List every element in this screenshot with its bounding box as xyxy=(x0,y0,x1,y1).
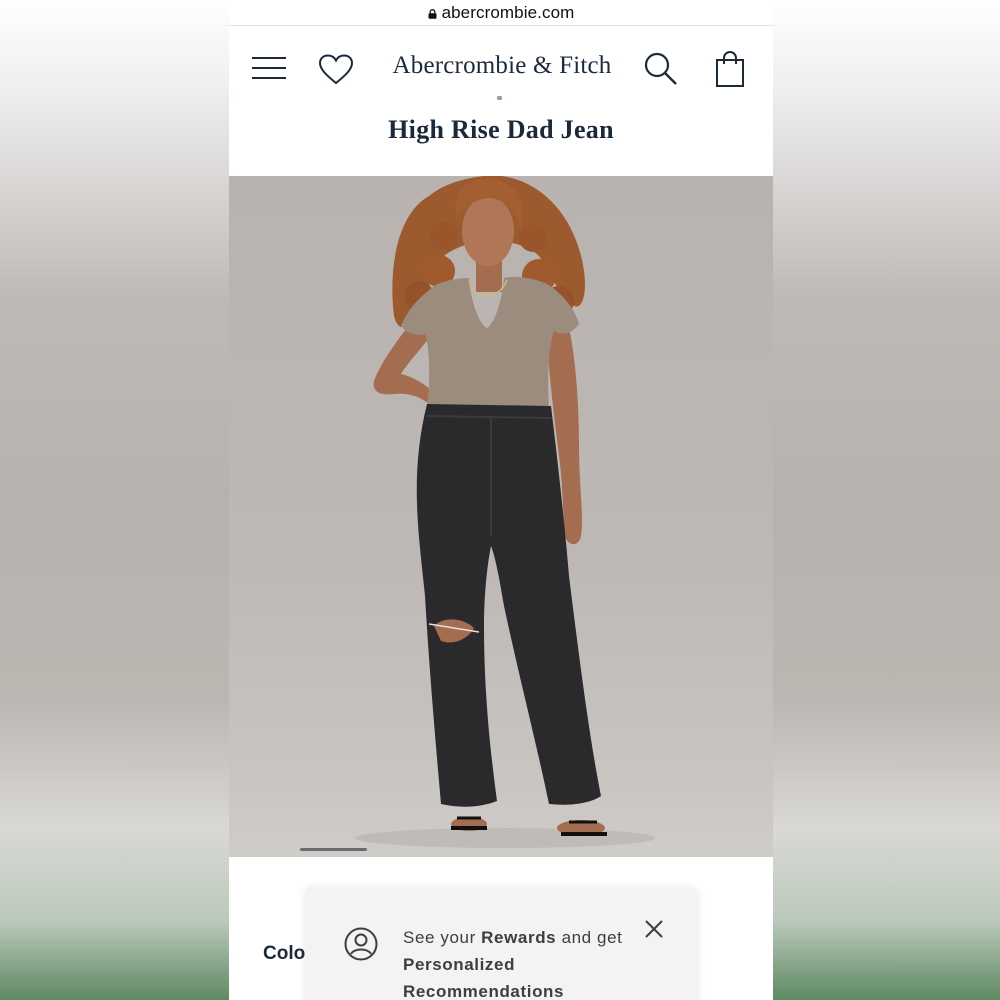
product-title: High Rise Dad Jean xyxy=(388,115,614,144)
brand-logo[interactable]: Abercrombie & Fitch xyxy=(387,52,617,80)
address-bar[interactable]: abercrombie.com xyxy=(229,0,773,26)
rewards-text-bold-2: Personalized Recommendations xyxy=(403,955,565,1000)
close-icon[interactable] xyxy=(644,919,664,939)
shopping-bag-icon[interactable] xyxy=(715,50,745,88)
category-label-cropped xyxy=(459,96,539,104)
phone-screen: abercrombie.com Abercrombie & Fitch High… xyxy=(229,0,773,1000)
rewards-text-bold: Rewards xyxy=(481,928,557,947)
rewards-message: See your Rewards and get Personalized Re… xyxy=(403,924,643,1000)
carousel-indicator[interactable] xyxy=(300,848,367,851)
search-icon[interactable] xyxy=(643,51,679,87)
menu-icon[interactable] xyxy=(251,55,287,81)
rewards-text-1: See your xyxy=(403,928,482,947)
rewards-popup[interactable]: See your Rewards and get Personalized Re… xyxy=(306,887,696,1000)
url-text: abercrombie.com xyxy=(441,2,575,22)
model-photo xyxy=(355,176,655,848)
heart-icon[interactable] xyxy=(318,54,354,86)
product-image[interactable] xyxy=(229,176,773,857)
color-label: Colo xyxy=(263,943,306,964)
user-circle-icon xyxy=(344,927,378,961)
lock-icon xyxy=(428,8,437,19)
rewards-text-2: and get xyxy=(556,928,623,947)
product-details: Colo See your Rewards and get Personaliz… xyxy=(229,857,773,1000)
